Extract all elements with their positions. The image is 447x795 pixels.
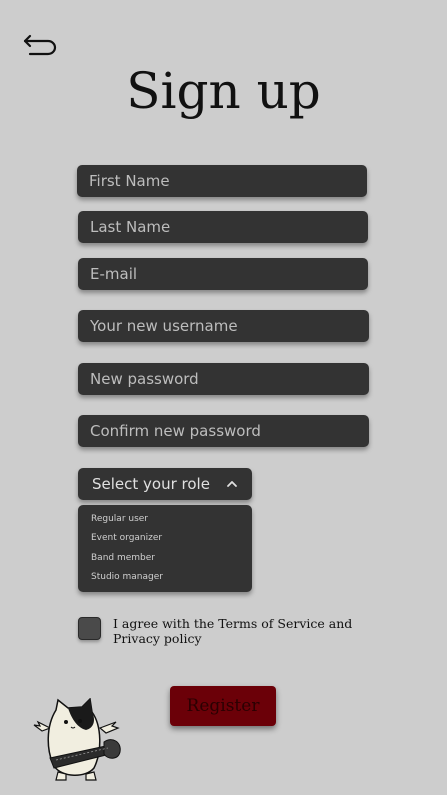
confirm-password-input[interactable] [78,415,369,447]
role-select-label: Select your role [92,475,210,493]
new-password-input[interactable] [78,363,369,395]
back-button[interactable] [22,28,62,58]
chevron-up-icon [227,481,237,487]
username-input[interactable] [78,310,369,342]
role-option-studio-manager[interactable]: Studio manager [78,571,252,590]
first-name-input[interactable] [77,165,367,197]
role-option-event-organizer[interactable]: Event organizer [78,532,252,551]
cat-guitar-mascot-illustration [33,698,121,781]
terms-label: I agree with the Terms of Service and Pr… [113,616,353,646]
register-button[interactable]: Register [170,686,276,726]
role-select[interactable]: Select your role [78,468,252,500]
email-input[interactable] [78,258,368,290]
page-title: Sign up [126,62,321,120]
back-arrow-icon [23,34,57,56]
role-option-band-member[interactable]: Band member [78,552,252,571]
role-options-menu: Regular user Event organizer Band member… [78,505,252,592]
terms-checkbox[interactable] [78,617,101,640]
role-option-regular-user[interactable]: Regular user [78,513,252,532]
last-name-input[interactable] [78,211,368,243]
